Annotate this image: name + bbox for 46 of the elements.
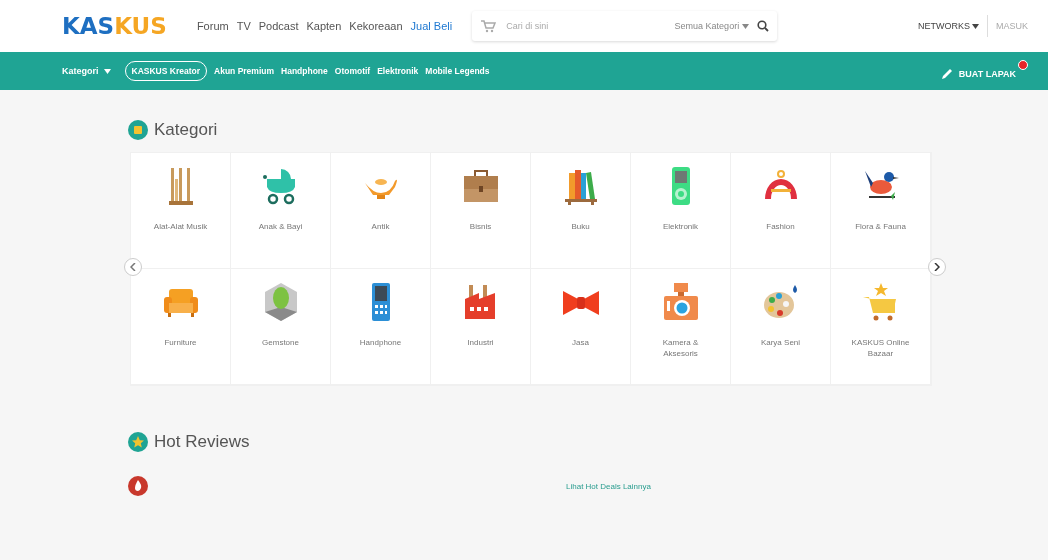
category-link[interactable]: Elektronik <box>377 66 419 76</box>
nav-link[interactable]: Podcast <box>258 20 299 32</box>
create-listing-button[interactable]: BUAT LAPAK <box>940 60 1028 82</box>
hot-deals-link[interactable]: Lihat Hot Deals Lainnya <box>566 481 651 491</box>
category-tile[interactable]: Anak & Bayi <box>231 153 331 269</box>
category-menu-button[interactable]: Kategori <box>62 66 111 76</box>
search-bar[interactable]: Cari di sini Semua Kategori <box>472 11 778 41</box>
category-link[interactable]: Handphone <box>281 66 328 76</box>
category-tile[interactable]: Elektronik <box>631 153 731 269</box>
category-link[interactable]: Otomotif <box>334 66 371 76</box>
search-icon[interactable] <box>757 20 770 32</box>
category-link[interactable]: Akun Premium <box>214 66 274 76</box>
caret-icon <box>742 23 750 29</box>
shopping-cart-icon <box>480 19 497 33</box>
category-tile[interactable]: Bisnis <box>431 153 531 269</box>
category-tile[interactable]: Industri <box>431 269 531 385</box>
caret-icon <box>972 23 979 29</box>
next-button[interactable] <box>928 258 946 276</box>
previous-button[interactable] <box>124 258 142 276</box>
nav-link[interactable]: TV <box>236 20 251 32</box>
chevron-left-icon <box>130 263 136 271</box>
section-title: Hot Reviews <box>154 432 250 452</box>
nav-link[interactable]: Kapten <box>306 20 342 32</box>
category-icon <box>128 120 148 140</box>
networks-dropdown[interactable]: NETWORKS <box>909 21 987 31</box>
category-tile[interactable]: Karya Seni <box>731 269 831 385</box>
kaskus-logo[interactable]: KASKUS <box>62 13 167 39</box>
chevron-right-icon <box>934 263 940 271</box>
nav-link[interactable]: Forum <box>196 20 229 32</box>
category-tile[interactable]: Buku <box>531 153 631 269</box>
pencil-icon <box>940 68 953 80</box>
category-dropdown[interactable]: Semua Kategori <box>674 21 750 31</box>
nav-link[interactable]: Jual Beli <box>410 20 453 32</box>
category-tile[interactable]: Antik <box>331 153 431 269</box>
category-tile[interactable]: Flora & Fauna <box>831 153 931 269</box>
category-tile[interactable]: Handphone <box>331 269 431 385</box>
category-tile[interactable]: Furniture <box>131 269 231 385</box>
category-link[interactable]: Mobile Legends <box>425 66 490 76</box>
category-tile[interactable]: Gemstone <box>231 269 331 385</box>
category-tile[interactable]: KASKUS Online Bazaar <box>831 269 931 385</box>
nav-link[interactable]: Kekoreaan <box>349 20 403 32</box>
category-tile[interactable]: Fashion <box>731 153 831 269</box>
caret-icon <box>103 68 111 74</box>
section-title: Kategori <box>154 120 218 140</box>
category-tile[interactable]: Jasa <box>531 269 631 385</box>
category-tile[interactable]: Kamera & Aksesoris <box>631 269 731 385</box>
